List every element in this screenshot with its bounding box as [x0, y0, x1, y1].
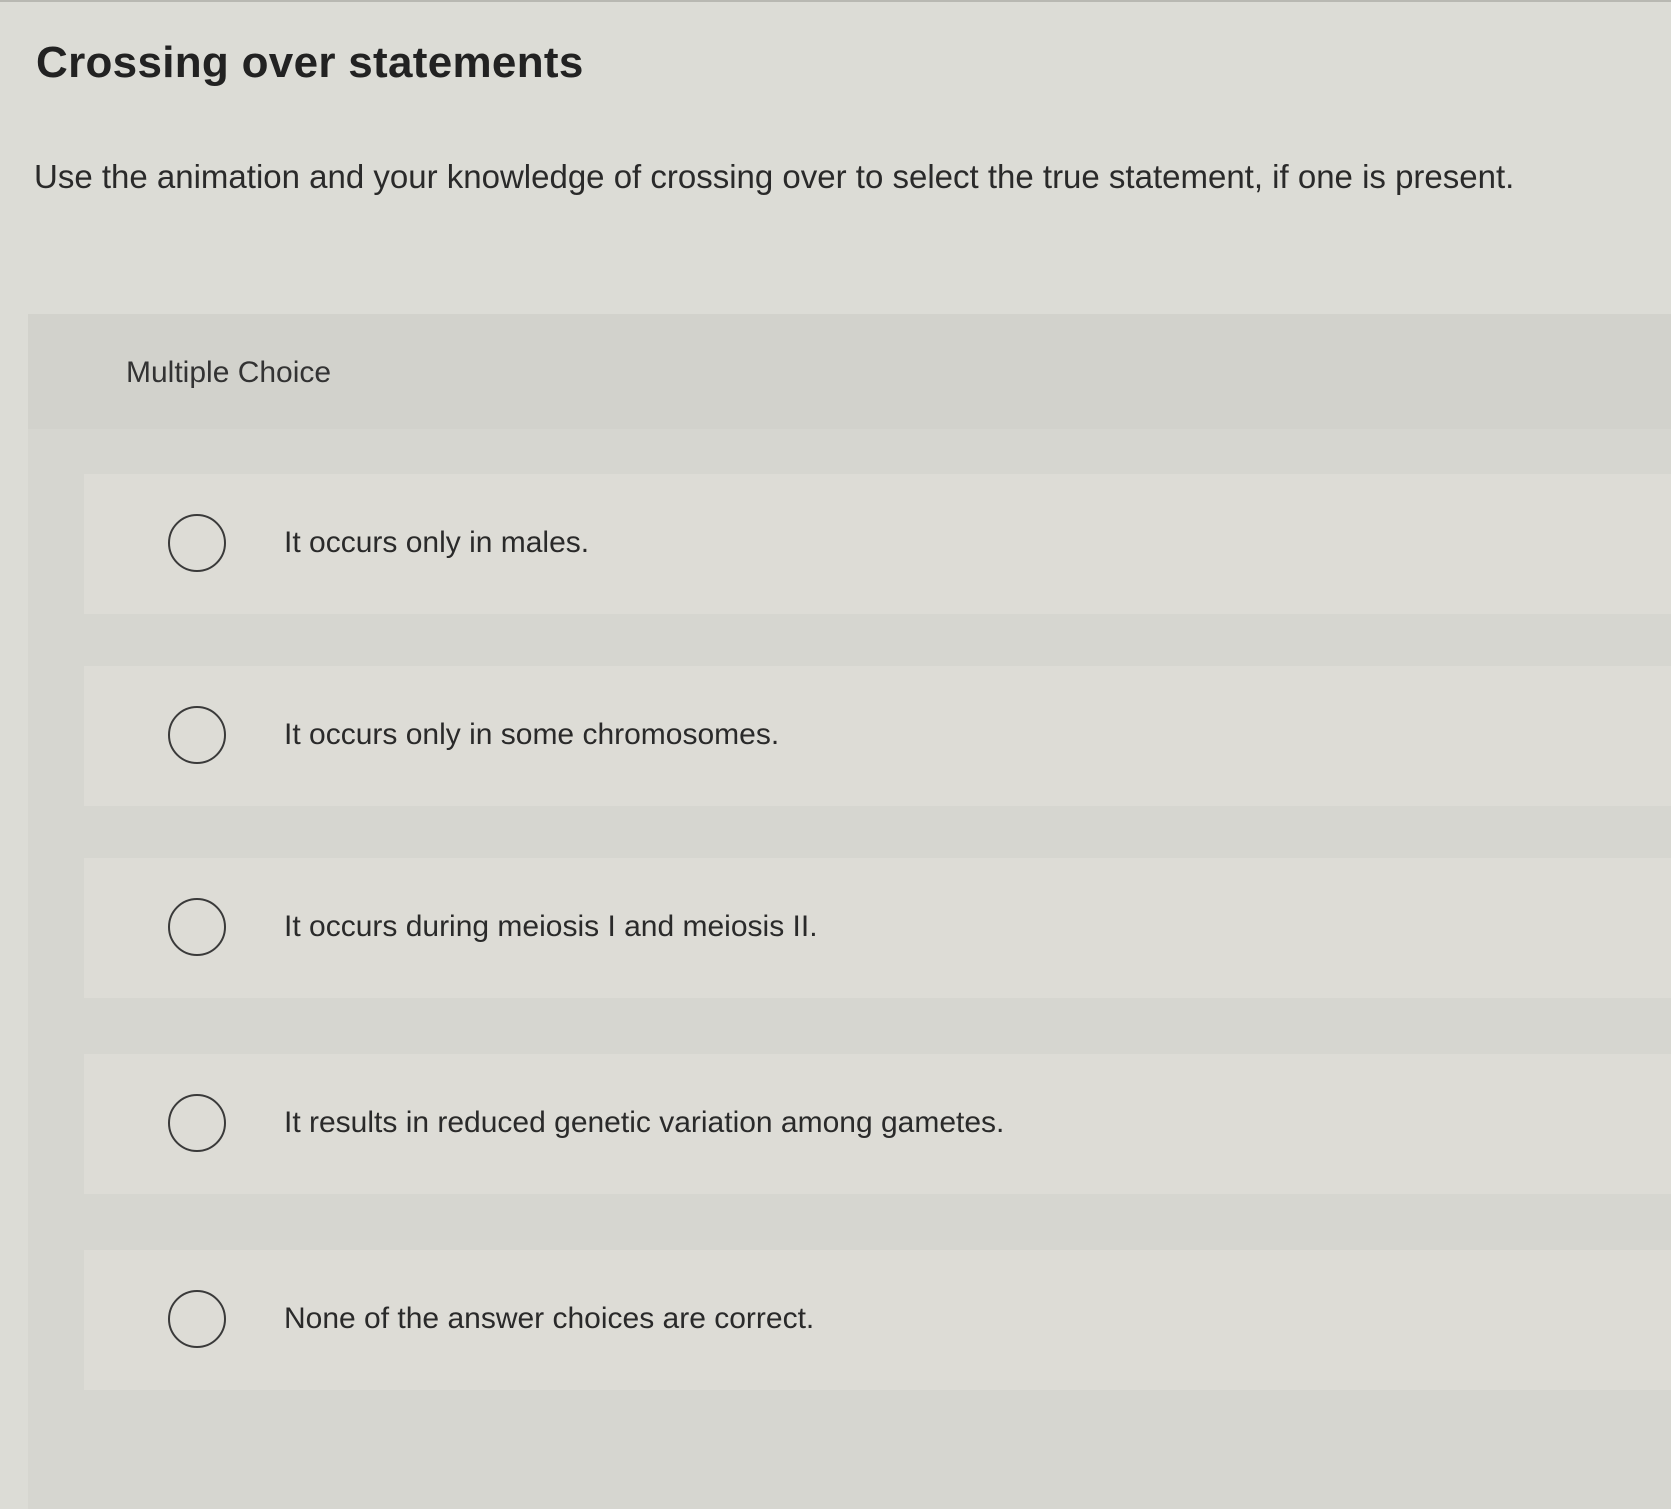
multiple-choice-panel: Multiple Choice It occurs only in males.… [28, 314, 1671, 1509]
radio-button-icon[interactable] [168, 514, 226, 572]
answer-option-label: It occurs only in some chromosomes. [284, 718, 780, 751]
radio-button-icon[interactable] [168, 1290, 226, 1348]
answer-option-2[interactable]: It occurs only in some chromosomes. [84, 666, 1671, 806]
answer-option-1[interactable]: It occurs only in males. [84, 474, 1671, 614]
question-prompt: Use the animation and your knowledge of … [34, 158, 1515, 195]
answer-option-label: It results in reduced genetic variation … [284, 1106, 1005, 1139]
page-title: Crossing over statements [36, 38, 584, 87]
answer-option-3[interactable]: It occurs during meiosis I and meiosis I… [84, 858, 1671, 998]
answer-option-5[interactable]: None of the answer choices are correct. [84, 1250, 1671, 1390]
answer-option-label: It occurs only in males. [284, 526, 590, 559]
top-divider [0, 0, 1671, 2]
question-type-header: Multiple Choice [28, 314, 1671, 429]
answer-option-label: None of the answer choices are correct. [284, 1302, 815, 1335]
radio-button-icon[interactable] [168, 706, 226, 764]
answer-option-4[interactable]: It results in reduced genetic variation … [84, 1054, 1671, 1194]
radio-button-icon[interactable] [168, 1094, 226, 1152]
question-type-label: Multiple Choice [126, 356, 332, 389]
radio-button-icon[interactable] [168, 898, 226, 956]
answer-option-label: It occurs during meiosis I and meiosis I… [284, 910, 818, 943]
